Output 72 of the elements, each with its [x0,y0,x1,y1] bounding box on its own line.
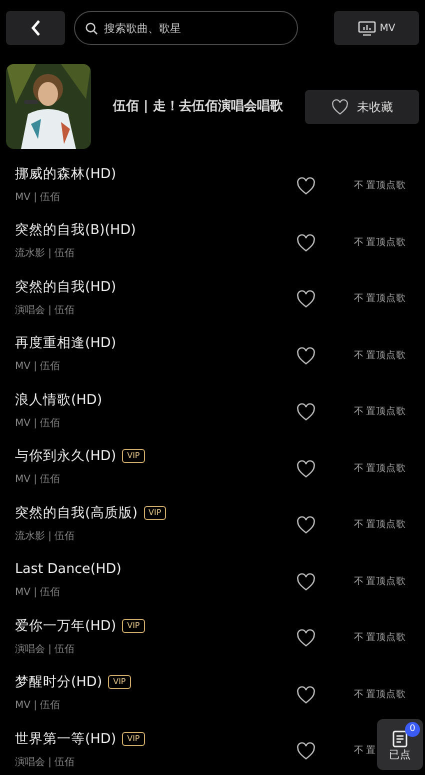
heart-icon[interactable] [296,742,316,760]
song-title[interactable]: 浪人情歌(HD) [15,390,102,410]
song-subtitle: 演唱会 | 伍佰 [15,642,76,657]
pin-to-top-link[interactable]: 置顶点歌 [366,631,406,646]
pin-to-top-link[interactable]: 置顶点歌 [366,179,406,194]
back-icon [30,19,42,37]
vip-badge: VIP [122,618,145,633]
favorite-button[interactable]: 未收藏 [304,90,419,124]
song-title[interactable]: 再度重相逢(HD) [15,333,116,354]
song-title[interactable]: 突然的自我(HD) [15,276,116,297]
song-title[interactable]: 突然的自我(B)(HD) [15,220,136,240]
song-subtitle: MV | 伍佰 [15,586,62,600]
pin-mark: 不 [354,462,364,476]
pin-to-top-link[interactable]: 置顶点歌 [366,462,406,476]
pin-to-top-link[interactable]: 置顶点歌 [366,236,406,250]
song-title[interactable]: Last Dance(HD) [15,559,122,580]
pin-mark: 不 [354,631,364,646]
pin-to-top-link[interactable]: 置顶点歌 [366,348,406,363]
pin-to-top-link[interactable]: 置顶点歌 [366,688,406,702]
song-subtitle: 流水影 | 伍佰 [15,246,76,262]
vip-badge: VIP [122,732,145,746]
pin-to-top-link[interactable]: 置顶点歌 [366,574,406,589]
song-title[interactable]: 梦醒时分(HD) [15,672,102,692]
pin-mark: 不 [354,348,364,363]
song-title[interactable]: 世界第一等(HD) [15,728,116,749]
heart-icon[interactable] [296,572,316,591]
heart-icon[interactable] [296,177,316,196]
pin-mark: 不 [354,405,364,420]
heart-icon[interactable] [296,290,316,308]
heart-icon [330,98,349,114]
song-title[interactable]: 突然的自我(高质版) [15,502,138,523]
count-badge: 0 [405,722,420,737]
pin-mark: 不 [354,574,364,589]
song-subtitle: MV | 伍佰 [15,699,62,714]
back-button[interactable] [6,11,65,45]
pin-to-top-link[interactable]: 置顶点歌 [366,292,406,306]
pin-mark: 不 [354,236,364,250]
song-subtitle: 演唱会 | 伍佰 [15,304,76,318]
song-subtitle: 演唱会 | 伍佰 [15,756,76,770]
vip-badge: VIP [108,675,131,690]
monitor-icon [358,20,376,36]
song-subtitle: MV | 伍佰 [15,190,62,205]
heart-icon[interactable] [296,346,316,365]
pin-mark: 不 [354,744,364,758]
pin-mark: 不 [354,292,364,306]
heart-icon[interactable] [296,629,316,648]
song-title[interactable]: 爱你一万年(HD) [15,616,116,636]
pin-to-top-link[interactable]: 置 [366,744,376,758]
list-icon [392,730,408,748]
heart-icon[interactable] [296,516,316,534]
search-icon [85,22,98,35]
pin-mark: 不 [354,518,364,532]
search-field[interactable]: 搜索歌曲、歌星 [74,11,298,45]
heart-icon[interactable] [296,686,316,704]
song-subtitle: MV | 伍佰 [15,416,62,431]
pin-mark: 不 [354,688,364,702]
artist-title: 伍佰 | 走！去伍佰演唱会唱歌 [113,98,283,116]
song-subtitle: MV | 伍佰 [15,473,62,488]
heart-icon[interactable] [296,403,316,422]
vip-badge: VIP [122,449,145,464]
song-title[interactable]: 与你到永久(HD) [15,446,116,466]
heart-icon[interactable] [296,234,316,252]
song-subtitle: MV | 伍佰 [15,360,62,374]
song-title[interactable]: 挪威的森林(HD) [15,164,116,184]
pin-to-top-link[interactable]: 置顶点歌 [366,405,406,420]
mv-button[interactable]: MV [334,11,419,45]
heart-icon[interactable] [296,460,316,478]
pin-mark: 不 [354,179,364,194]
queue-button[interactable]: 已点 0 [377,719,423,770]
pin-to-top-link[interactable]: 置顶点歌 [366,518,406,532]
vip-badge: VIP [144,506,166,520]
song-subtitle: 流水影 | 伍佰 [15,530,76,544]
